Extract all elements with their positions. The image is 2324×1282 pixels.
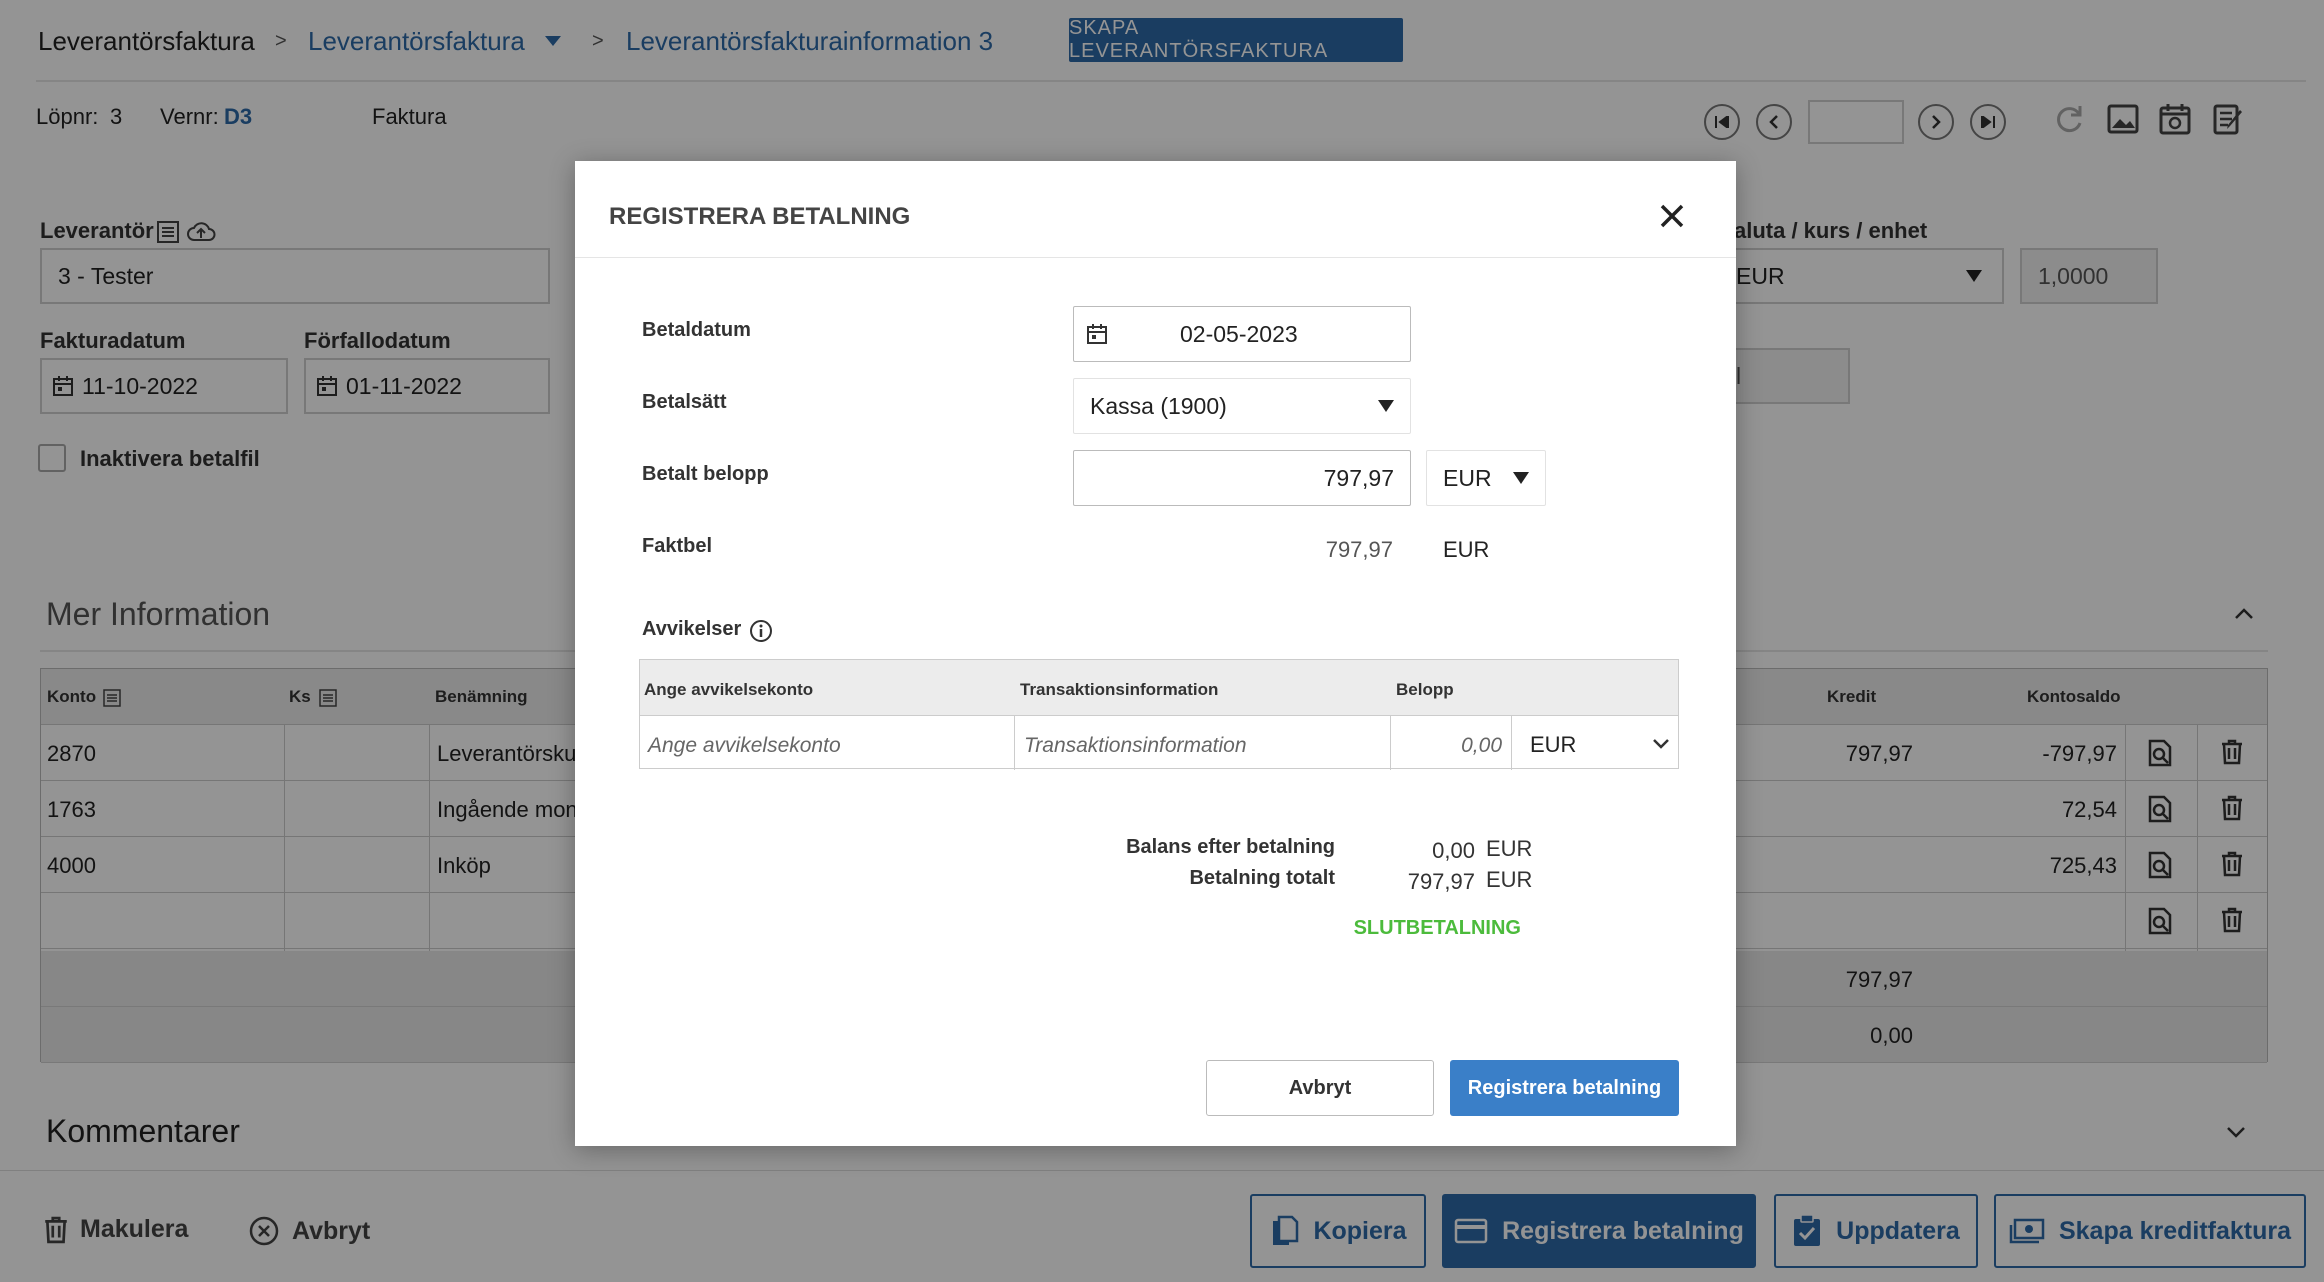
column-separator bbox=[1390, 716, 1391, 770]
caret-down-icon bbox=[1378, 400, 1394, 412]
status-badge: SLUTBETALNING bbox=[1353, 917, 1521, 939]
belopp-input[interactable]: 0,00 bbox=[1410, 734, 1502, 758]
table-header: Ange avvikelsekonto Transaktionsinformat… bbox=[640, 660, 1678, 716]
avvikelsekonto-input[interactable]: Ange avvikelsekonto bbox=[648, 734, 841, 758]
betalt-currency: EUR bbox=[1443, 464, 1492, 491]
calendar-icon[interactable] bbox=[1086, 323, 1108, 345]
chevron-down-icon[interactable] bbox=[1652, 738, 1670, 750]
avv-currency-select[interactable]: EUR bbox=[1530, 732, 1576, 758]
close-icon[interactable] bbox=[1657, 201, 1687, 231]
avvikelser-table: Ange avvikelsekonto Transaktionsinformat… bbox=[639, 659, 1679, 770]
register-payment-dialog: REGISTRERA BETALNING Betaldatum 02-05-20… bbox=[575, 161, 1736, 1146]
betalt-belopp-label: Betalt belopp bbox=[642, 463, 769, 485]
balans-label: Balans efter betalning bbox=[1126, 836, 1335, 858]
totalt-currency: EUR bbox=[1486, 867, 1533, 892]
betalsatt-select[interactable]: Kassa (1900) bbox=[1073, 378, 1411, 434]
col-transaktionsinformation: Transaktionsinformation bbox=[1020, 680, 1219, 699]
faktbel-currency: EUR bbox=[1443, 537, 1490, 562]
dialog-title: REGISTRERA BETALNING bbox=[609, 203, 911, 230]
divider bbox=[575, 257, 1736, 258]
betalsatt-value: Kassa (1900) bbox=[1090, 392, 1227, 419]
balans-currency: EUR bbox=[1486, 836, 1533, 861]
info-icon[interactable] bbox=[749, 619, 773, 643]
balans-value: 0,00 bbox=[1432, 838, 1475, 863]
column-separator bbox=[1511, 716, 1512, 770]
col-avvikelsekonto: Ange avvikelsekonto bbox=[644, 680, 814, 699]
transaktionsinformation-input[interactable]: Transaktionsinformation bbox=[1024, 734, 1247, 758]
totalt-value: 797,97 bbox=[1407, 869, 1475, 894]
betalsatt-label: Betalsätt bbox=[642, 391, 727, 413]
cancel-button[interactable]: Avbryt bbox=[1206, 1060, 1434, 1116]
column-separator bbox=[1014, 716, 1015, 770]
faktbel-label: Faktbel bbox=[642, 535, 713, 557]
betalt-belopp-value: 797,97 bbox=[1323, 464, 1394, 491]
currency-select[interactable]: EUR bbox=[1426, 450, 1546, 506]
totalt-label: Betalning totalt bbox=[1189, 867, 1335, 889]
avvikelser-label: Avvikelser bbox=[642, 618, 742, 640]
betaldatum-label: Betaldatum bbox=[642, 319, 751, 341]
betaldatum-value: 02-05-2023 bbox=[1180, 320, 1298, 347]
faktbel-value: 797,97 bbox=[1325, 537, 1393, 562]
caret-down-icon bbox=[1513, 472, 1529, 484]
betalt-belopp-input[interactable]: 797,97 bbox=[1073, 450, 1411, 506]
col-belopp: Belopp bbox=[1396, 680, 1454, 699]
register-payment-button[interactable]: Registrera betalning bbox=[1450, 1060, 1679, 1116]
betaldatum-field[interactable]: 02-05-2023 bbox=[1073, 306, 1411, 362]
